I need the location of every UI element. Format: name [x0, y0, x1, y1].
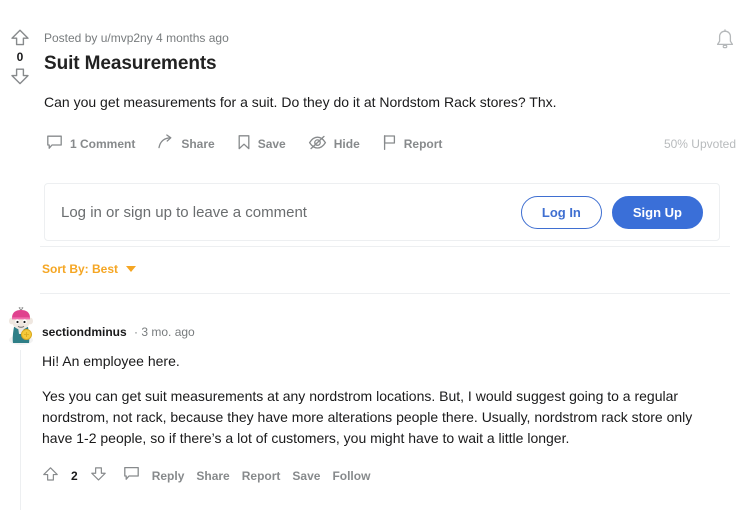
share-icon [157, 134, 174, 154]
comment-timestamp: · 3 mo. ago [134, 325, 195, 339]
divider-below-sort [40, 293, 730, 294]
post-report-button[interactable]: Report [382, 134, 443, 154]
flag-icon [382, 134, 397, 154]
downvote-icon[interactable] [10, 67, 30, 86]
post-share-button[interactable]: Share [157, 134, 215, 154]
page-title: Suit Measurements [44, 53, 217, 74]
comment-action-bar: 2 Reply Share Report Save Follow [42, 465, 722, 487]
comment-icon [46, 134, 63, 154]
post-score: 0 [16, 50, 24, 64]
comment-share-button[interactable]: Share [196, 469, 229, 483]
bookmark-icon [237, 134, 251, 154]
comment-reply-icon[interactable] [123, 465, 140, 487]
post-content: Posted by u/mvp2ny 4 months ago Suit Mea… [44, 30, 734, 126]
login-prompt-text: Log in or sign up to leave a comment [61, 203, 307, 221]
post-hide-label: Hide [333, 137, 360, 151]
comment-author[interactable]: sectiondminus [42, 325, 127, 339]
comment-report-button[interactable]: Report [242, 469, 281, 483]
post-save-button[interactable]: Save [237, 134, 286, 154]
sort-by-label: Sort By: Best [42, 262, 119, 276]
comment-header: sectiondminus · 3 mo. ago [42, 324, 722, 340]
login-signup-box: Log in or sign up to leave a comment Log… [44, 183, 720, 241]
post-action-bar: 1 Comment Share Save Hide Report 50% Upv… [46, 134, 736, 154]
sort-by-dropdown[interactable]: Sort By: Best [42, 262, 137, 276]
post-byline: Posted by u/mvp2ny 4 months ago [44, 31, 229, 45]
upvote-percentage: 50% Upvoted [663, 137, 736, 151]
post-body: Can you get measurements for a suit. Do … [44, 94, 557, 110]
avatar[interactable] [4, 305, 38, 345]
post-comments-button[interactable]: 1 Comment [46, 134, 135, 154]
reddit-post-page: 0 Posted by u/mvp2ny 4 months ago Suit M… [0, 0, 750, 519]
comment-reply-button[interactable]: Reply [152, 469, 185, 483]
eye-slash-icon [308, 134, 327, 154]
comment-paragraph: Hi! An employee here. [42, 353, 180, 369]
post-hide-button[interactable]: Hide [308, 134, 360, 154]
divider-above-sort [40, 246, 730, 247]
comment-downvote-icon[interactable] [90, 466, 107, 487]
comment-save-button[interactable]: Save [292, 469, 320, 483]
comment-thread-line [20, 350, 21, 510]
signup-button[interactable]: Sign Up [611, 195, 703, 229]
post-report-label: Report [403, 137, 443, 151]
upvote-icon[interactable] [10, 28, 30, 47]
post-share-label: Share [181, 137, 215, 151]
comment-paragraph: Yes you can get suit measurements at any… [42, 388, 693, 446]
comment-follow-button[interactable]: Follow [332, 469, 370, 483]
post-vote-column: 0 [0, 28, 40, 86]
login-buttons: Log In Sign Up [520, 195, 703, 229]
comment-upvote-icon[interactable] [42, 466, 59, 487]
comment: sectiondminus · 3 mo. ago Hi! An employe… [42, 324, 722, 487]
post-comments-label: 1 Comment [70, 137, 136, 151]
login-button[interactable]: Log In [520, 195, 602, 229]
comment-score: 2 [71, 469, 78, 483]
chevron-down-icon [126, 266, 137, 272]
post-save-label: Save [257, 137, 286, 151]
